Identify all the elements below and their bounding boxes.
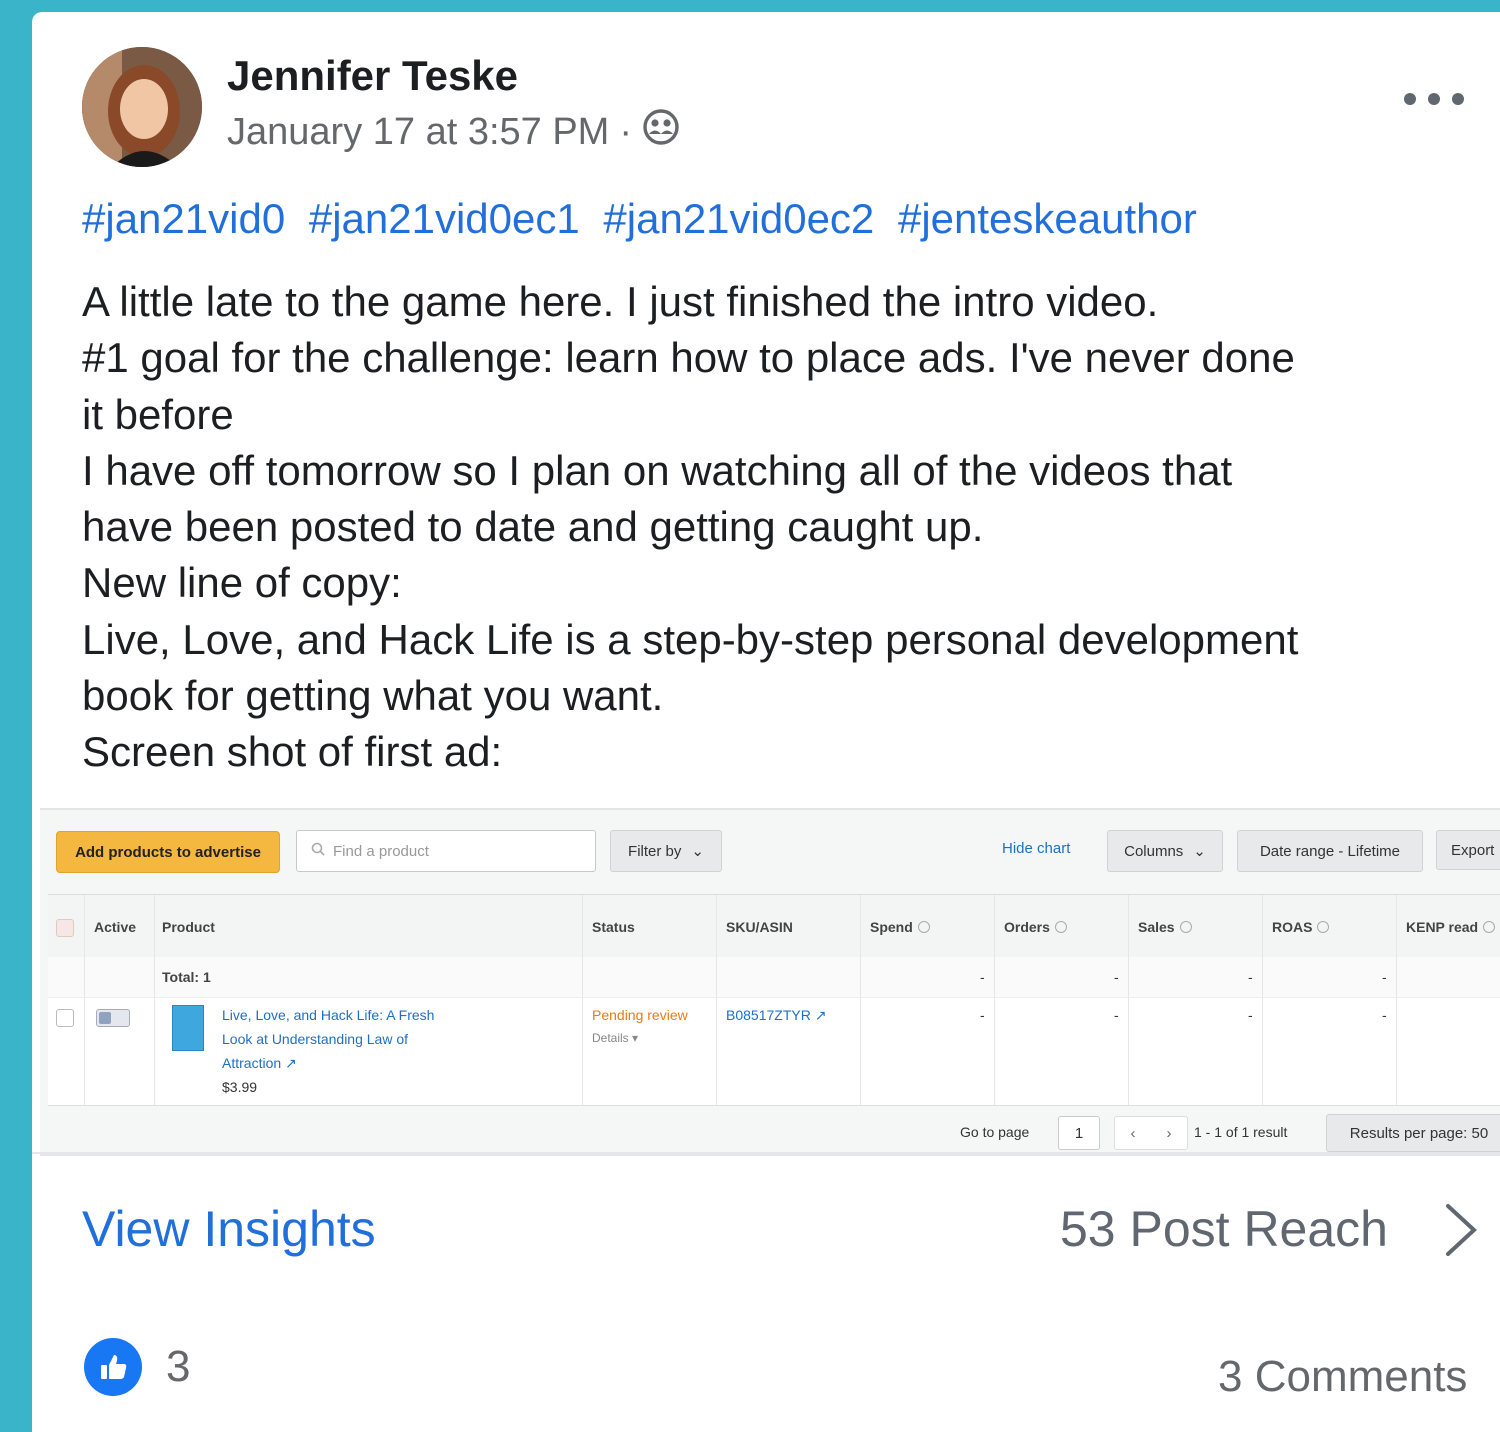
header-sales: Sales [1138,919,1175,935]
product-title-line: Look at Understanding Law of [222,1031,409,1047]
post-reach[interactable]: 53 Post Reach [1060,1200,1388,1258]
external-link-icon: ↗ [281,1055,297,1071]
hashtag-link[interactable]: #jan21vid0 [82,195,285,242]
header-product: Product [162,919,215,935]
ad-screenshot[interactable]: Add products to advertise Find a product… [40,808,1500,1156]
hashtags: #jan21vid0 #jan21vid0ec1 #jan21vid0ec2 #… [82,195,1209,243]
hide-chart-link: Hide chart [1002,840,1071,857]
post-body-line: it before [82,390,234,438]
total-label: Total: 1 [162,969,211,985]
post-body: A little late to the game here. I just f… [82,274,1500,781]
product-title-line: Live, Love, and Hack Life: A Fresh [222,1007,435,1023]
filter-label: Filter by [628,842,682,860]
header-roas: ROAS [1272,919,1313,935]
results-per-page-button: Results per page: 50 [1326,1114,1500,1152]
result-count: 1 - 1 of 1 result [1194,1124,1288,1140]
info-icon [1054,921,1067,933]
hashtag-link[interactable]: #jenteskeauthor [898,195,1197,242]
avatar[interactable] [82,47,202,167]
post-body-line: #1 goal for the challenge: learn how to … [82,334,1295,382]
post-card: Jennifer Teske January 17 at 3:57 PM · #… [32,12,1500,1432]
chevron-left-icon: ‹ [1130,1124,1136,1142]
header-sku: SKU/ASIN [726,919,793,935]
post-body-line: Live, Love, and Hack Life is a step-by-s… [82,615,1299,663]
hashtag-link[interactable]: #jan21vid0ec2 [603,195,874,242]
divider [32,1152,1500,1154]
ad-toolbar: Add products to advertise Find a product… [40,810,1500,888]
export-button: Export [1436,830,1500,870]
select-all-checkbox [56,919,74,937]
row-orders: - [1114,1007,1119,1023]
chevron-down-icon: ⌄ [1193,843,1206,860]
header-orders: Orders [1004,919,1050,935]
row-spend: - [980,1007,985,1023]
row-sales: - [1248,1007,1253,1023]
filter-button: Filter by ⌄ [610,830,722,872]
product-price: $3.99 [222,1079,258,1095]
info-icon [1179,921,1192,933]
total-sales: - [1248,969,1253,985]
total-orders: - [1114,969,1119,985]
product-title-line: Attraction [222,1055,282,1071]
info-icon [917,921,930,933]
group-icon [642,108,680,156]
total-spend: - [980,969,985,985]
details-link: Details [592,1031,629,1045]
hashtag-link[interactable]: #jan21vid0ec1 [309,195,580,242]
search-placeholder: Find a product [333,842,429,860]
page-input: 1 [1058,1116,1100,1150]
header-status: Status [592,919,635,935]
post-body-line: New line of copy: [82,559,402,607]
add-products-button: Add products to advertise [56,831,280,873]
info-icon [1317,921,1330,933]
status-pending: Pending review [592,1007,688,1023]
post-timestamp[interactable]: January 17 at 3:57 PM [227,111,609,154]
header-kenp: KENP read [1406,919,1479,935]
go-to-page-label: Go to page [960,1124,1030,1140]
pagination-bar: Go to page 1 ‹ › 1 - 1 of 1 result Resul… [40,1106,1500,1152]
columns-button: Columns ⌄ [1107,830,1223,872]
meta-separator: · [619,110,632,153]
row-checkbox [56,1009,74,1027]
product-search-input: Find a product [296,830,596,872]
reactions[interactable]: 3 [84,1338,190,1396]
header-active: Active [94,919,137,935]
post-body-line: A little late to the game here. I just f… [82,278,1159,325]
author-name[interactable]: Jennifer Teske [227,52,518,100]
view-insights-link[interactable]: View Insights [82,1200,376,1258]
chevron-down-icon: ⌄ [691,843,704,860]
chevron-right-icon[interactable] [1440,1200,1480,1260]
search-icon [311,842,325,860]
caret-down-icon: ▾ [628,1031,639,1045]
post-body-line: Screen shot of first ad: [82,728,503,776]
more-dots-icon[interactable] [1404,84,1464,114]
ad-table: Active Product Status SKU/ASIN Spend Ord… [48,894,1500,1106]
sku-link: B08517ZTYR [726,1007,811,1023]
info-icon [1483,921,1496,933]
like-count: 3 [166,1342,191,1391]
post-body-line: I have off tomorrow so I plan on watchin… [82,446,1233,494]
post-body-line: have been posted to date and getting cau… [82,503,984,551]
header-spend: Spend [870,919,913,935]
post-body-line: book for getting what you want. [82,672,664,720]
row-roas: - [1382,1007,1387,1023]
external-link-icon: ↗ [810,1007,827,1023]
comments-count[interactable]: 3 Comments [1218,1352,1467,1402]
total-roas: - [1382,969,1387,985]
date-range-button: Date range - Lifetime [1237,830,1423,872]
pager-arrows: ‹ › [1114,1116,1188,1150]
total-row [48,957,1500,998]
chevron-right-icon: › [1166,1124,1172,1142]
columns-label: Columns [1124,842,1184,860]
active-toggle [96,1009,130,1027]
like-icon [84,1338,142,1396]
book-cover-thumbnail [172,1005,204,1051]
post-meta: January 17 at 3:57 PM · [227,108,680,156]
